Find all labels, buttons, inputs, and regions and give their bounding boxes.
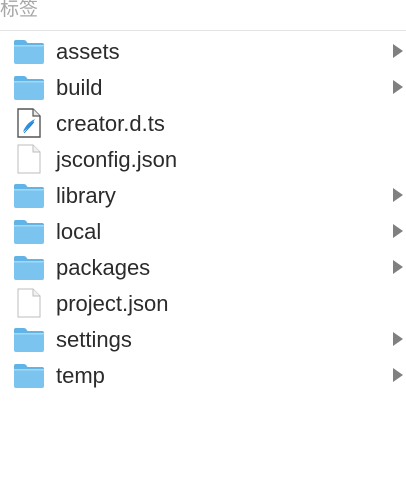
item-name: temp xyxy=(56,363,105,388)
disclosure-chevron-icon[interactable] xyxy=(392,223,404,239)
file-list: assets build creator.d.ts jsconfig.json … xyxy=(0,33,406,393)
item-name: assets xyxy=(56,39,120,64)
folder-icon xyxy=(13,252,45,282)
item-name: build xyxy=(56,75,103,100)
folder-icon xyxy=(13,324,45,354)
disclosure-chevron-icon[interactable] xyxy=(392,43,404,59)
file-row[interactable]: creator.d.ts xyxy=(0,105,406,141)
disclosure-chevron-icon[interactable] xyxy=(392,331,404,347)
item-name: project.json xyxy=(56,291,169,316)
folder-row[interactable]: temp xyxy=(0,357,406,393)
folder-row[interactable]: local xyxy=(0,213,406,249)
file-row[interactable]: jsconfig.json xyxy=(0,141,406,177)
item-name: packages xyxy=(56,255,151,280)
disclosure-chevron-icon[interactable] xyxy=(392,79,404,95)
folder-row[interactable]: settings xyxy=(0,321,406,357)
disclosure-chevron-icon[interactable] xyxy=(392,187,404,203)
folder-icon xyxy=(13,216,45,246)
item-name: local xyxy=(56,219,102,244)
item-name: creator.d.ts xyxy=(56,111,165,136)
item-name: jsconfig.json xyxy=(56,147,178,172)
tags-header-label: 标签 xyxy=(0,0,39,20)
folder-icon xyxy=(13,72,45,102)
item-name: library xyxy=(56,183,116,208)
folder-icon xyxy=(13,180,45,210)
folder-row[interactable]: library xyxy=(0,177,406,213)
folder-icon xyxy=(13,36,45,66)
disclosure-chevron-icon[interactable] xyxy=(392,259,404,275)
folder-icon xyxy=(13,360,45,390)
folder-row[interactable]: build xyxy=(0,69,406,105)
column-header: 标签 xyxy=(0,0,406,31)
document-icon xyxy=(13,288,45,318)
folder-row[interactable]: packages xyxy=(0,249,406,285)
ts-file-icon xyxy=(13,108,45,138)
folder-row[interactable]: assets xyxy=(0,33,406,69)
finder-window: 标签 assets build creator.d.ts jsconfig.js… xyxy=(0,0,406,478)
document-icon xyxy=(13,144,45,174)
disclosure-chevron-icon[interactable] xyxy=(392,367,404,383)
file-row[interactable]: project.json xyxy=(0,285,406,321)
item-name: settings xyxy=(56,327,132,352)
